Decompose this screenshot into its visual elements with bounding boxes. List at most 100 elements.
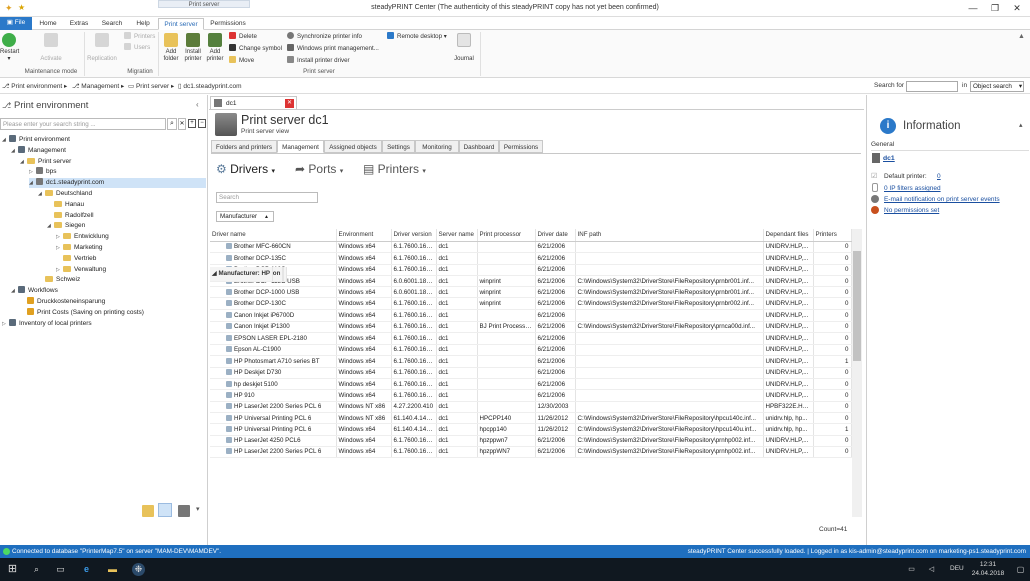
clear-search-icon[interactable]: ✕ — [178, 118, 186, 130]
info-server-link[interactable]: dc1 — [883, 155, 895, 162]
network-icon[interactable]: ▭ — [905, 563, 918, 576]
tree-item[interactable]: ◢ Deutschland — [38, 189, 92, 199]
subtab-ports[interactable]: ➦ Ports ▾ — [295, 162, 343, 176]
column-header[interactable]: Driver name — [210, 229, 337, 242]
tab-permissions-view[interactable]: Permissions — [499, 140, 543, 153]
tree-item[interactable]: Vertrieb — [56, 254, 96, 264]
move-button[interactable]: Move — [229, 56, 254, 66]
tab-extras[interactable]: Extras — [64, 18, 94, 30]
column-header[interactable]: Driver version — [391, 229, 437, 242]
table-row[interactable]: Canon Inkjet iP1300 Windows x64 6.1.7600.1… — [210, 321, 852, 333]
tree-item[interactable]: ▷ Entwicklung — [56, 232, 109, 242]
search-icon[interactable]: ⌕ — [30, 563, 43, 576]
info-collapse-icon[interactable]: ▴ — [1019, 121, 1023, 129]
restart-button[interactable]: Restart ▾ — [0, 33, 19, 63]
expander-icon[interactable]: ◢ — [29, 178, 36, 188]
tree-item[interactable]: ◢ Print environment — [2, 135, 70, 145]
tree-item[interactable]: ◢ Print server — [20, 157, 71, 167]
add-printer-button[interactable]: Add printer — [204, 33, 226, 63]
column-header[interactable]: Printers — [813, 229, 852, 242]
windows-print-management-button[interactable]: Windows print management... — [287, 44, 379, 54]
expander-icon[interactable]: ◢ — [11, 146, 18, 156]
tree-item[interactable]: ◢ Workflows — [11, 286, 58, 296]
tab-home[interactable]: Home — [34, 18, 62, 30]
grid-scrollbar[interactable] — [852, 229, 862, 517]
tab-monitoring[interactable]: Monitoring — [415, 140, 459, 153]
remote-desktop-button[interactable]: Remote desktop ▾ — [387, 32, 447, 42]
tab-file[interactable]: ▣ File — [0, 17, 32, 30]
expander-icon[interactable]: ▷ — [2, 319, 9, 329]
column-header[interactable]: Dependant files — [763, 229, 814, 242]
tab-permissions[interactable]: Permissions — [206, 18, 250, 30]
table-row[interactable]: HP Universal Printing PCL 6 Windows NT x8… — [210, 412, 852, 425]
table-row[interactable]: Epson AL-C1900 Windows x64 6.1.7600.16385 d… — [210, 344, 852, 356]
scrollbar-thumb[interactable] — [853, 251, 861, 361]
volume-icon[interactable]: ◁ — [925, 563, 938, 576]
column-header[interactable]: Server name — [436, 229, 478, 242]
view-options-chevron-icon[interactable]: ▾ — [196, 505, 200, 513]
column-header[interactable]: Print processor — [477, 229, 536, 242]
tab-assigned-objects[interactable]: Assigned objects — [324, 140, 382, 153]
table-row[interactable]: Brother DCP-135C Windows x64 6.1.7600.1638… — [210, 252, 852, 265]
email-notification-link[interactable]: E-mail notification on print server even… — [884, 196, 1000, 203]
tree-item[interactable]: ◢ Management — [11, 145, 66, 156]
table-row[interactable]: Brother DCP-130C Windows x64 6.1.7600.1638… — [210, 297, 852, 310]
edge-browser-icon[interactable]: e — [80, 563, 93, 576]
table-row[interactable]: HP LaserJet 2200 Series PCL 6 Windows NT … — [210, 401, 852, 413]
expander-icon[interactable]: ▷ — [29, 167, 36, 177]
tab-help[interactable]: Help — [130, 18, 156, 30]
column-header[interactable]: INF path — [575, 229, 764, 242]
expander-icon[interactable]: ▷ — [56, 232, 63, 242]
ribbon-collapse-icon[interactable]: ▲ — [1018, 33, 1025, 40]
tree-item[interactable]: ▷ Verwaltung — [56, 265, 106, 275]
table-row[interactable]: HP Deskjet D730 Windows x64 6.1.7600.16385… — [210, 367, 852, 380]
driver-search-input[interactable]: Search — [216, 192, 318, 203]
minimize-icon[interactable]: — — [966, 2, 980, 14]
tree-item[interactable]: ▷ bps — [29, 167, 56, 177]
server-view-icon[interactable] — [178, 505, 190, 517]
tree-item[interactable]: Hanau — [47, 200, 84, 210]
search-scope-select[interactable]: Object search ▾ — [970, 81, 1024, 92]
language-indicator[interactable]: DEU — [950, 565, 964, 572]
close-icon[interactable]: ✕ — [1010, 2, 1024, 14]
close-tab-icon[interactable]: ✕ — [285, 99, 294, 108]
task-view-icon[interactable]: ▭ — [54, 563, 67, 576]
replication-button[interactable]: Replication — [84, 33, 120, 63]
printers-migration-button[interactable]: Printers — [124, 32, 155, 42]
permissions-link[interactable]: No permissions set — [884, 207, 939, 214]
tree-item[interactable]: ▷ Inventory of local printers — [2, 318, 92, 329]
group-by-chip[interactable]: Manufacturer ▲ — [216, 211, 274, 222]
tab-dashboard[interactable]: Dashboard — [459, 140, 499, 153]
breadcrumb-item-print-server[interactable]: ▭ Print server ▸ — [128, 82, 174, 90]
expand-all-icon[interactable]: + — [188, 119, 196, 128]
install-printer-driver-button[interactable]: Install printer driver — [287, 56, 350, 66]
subtab-drivers[interactable]: ⚙ Drivers ▾ — [216, 162, 275, 176]
expander-icon[interactable]: ◢ — [20, 157, 27, 167]
subtab-printers[interactable]: ▤ Printers ▾ — [363, 162, 426, 176]
expander-icon[interactable]: ◢ — [11, 286, 18, 296]
tree-item[interactable]: Druckkosteneinsparung — [20, 297, 105, 307]
column-header[interactable]: Environment — [336, 229, 392, 242]
file-explorer-icon[interactable]: ▬ — [106, 563, 119, 576]
table-row[interactable]: Brother DCP-116CWindows x646.1.7600.1638… — [210, 264, 852, 276]
collapse-all-icon[interactable]: − — [198, 119, 206, 128]
expander-icon[interactable]: ▷ — [56, 243, 63, 253]
table-row[interactable]: Canon Inkjet iP6700D Windows x64 6.1.7600.… — [210, 309, 852, 322]
clock-time[interactable]: 12:31 — [968, 561, 1008, 568]
add-folder-button[interactable]: Add folder — [160, 33, 182, 63]
table-row[interactable]: hp deskjet 5100 Windows x64 6.1.7600.16385… — [210, 378, 852, 391]
notifications-icon[interactable]: ▢ — [1014, 563, 1027, 576]
clock-date[interactable]: 24.04.2018 — [964, 570, 1012, 577]
steadyprint-taskbar-icon[interactable]: ❉ — [132, 563, 145, 576]
tree-item[interactable]: ◢ Siegen — [47, 221, 85, 231]
table-row[interactable]: EPSON LASER EPL-2180 Windows x64 6.1.7600.… — [210, 332, 852, 345]
document-tab-dc1[interactable]: dc1 ✕ — [210, 96, 297, 109]
table-row[interactable]: HP Photosmart A710 series BT Windows x64 6… — [210, 355, 852, 368]
default-printer-value[interactable]: 0 — [937, 173, 941, 180]
tab-management[interactable]: Management — [277, 140, 324, 153]
expander-icon[interactable]: ◢ — [47, 221, 54, 231]
printer-view-icon[interactable] — [158, 503, 172, 517]
windows-start-icon[interactable]: ⊞ — [6, 563, 19, 576]
breadcrumb-item-dc1[interactable]: ▯ dc1.steadyprint.com — [178, 82, 242, 90]
global-search-input[interactable] — [906, 81, 958, 92]
